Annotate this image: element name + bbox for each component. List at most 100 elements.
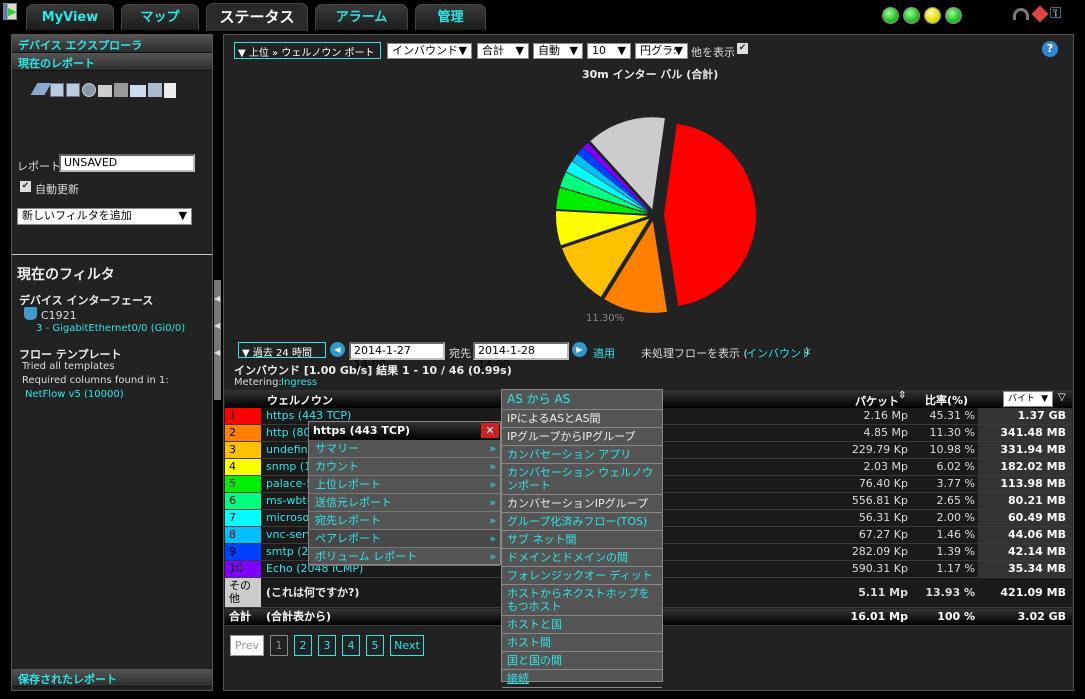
row-color-index: 5 (225, 476, 261, 492)
show-other-checkbox[interactable]: ✔ (737, 43, 748, 54)
col-pct-header[interactable]: 比率(%) (925, 392, 968, 408)
context-menu-item[interactable]: 送信元レポート » (309, 494, 500, 512)
next-period-button[interactable]: ▶ (572, 342, 587, 357)
context-menu-item[interactable]: サマリー » (309, 440, 500, 458)
next-page-button[interactable]: Next (390, 635, 424, 656)
submenu-item[interactable]: ホストからネクストホップをもつホスト (502, 585, 662, 616)
add-filter-select[interactable]: 新しいフィルタを追加 ▼ (17, 208, 192, 225)
context-menu-item[interactable]: ボリューム レポート » (309, 548, 500, 566)
submenu-item[interactable]: 国と国の間 (502, 652, 662, 670)
direction-select[interactable]: インバウンド ▼ (387, 43, 472, 59)
chevron-down-icon: ▼ (569, 44, 578, 57)
time-range-select[interactable]: ▼ 過去 24 時間 (238, 342, 326, 359)
submenu-item[interactable]: ホスト間 (502, 634, 662, 652)
submenu-item[interactable]: フォレンジックオー ディット (502, 567, 662, 585)
row-name-link[interactable]: vnc-serv (266, 527, 313, 543)
total-name: (合計表から) (266, 610, 332, 623)
eraser-icon[interactable] (30, 83, 52, 95)
status-led-icon[interactable] (882, 7, 899, 24)
start-date-input[interactable]: 2014-1-27 14:00 (349, 342, 445, 371)
tab-status[interactable]: ステータス (206, 3, 308, 31)
page-3[interactable]: 3 (318, 635, 336, 656)
interface-link[interactable]: 3 - GigabitEthernet0/0 (Gi0/0) (36, 323, 185, 334)
breadcrumb[interactable]: ▼ 上位 » ウェルノウン ポート (234, 42, 381, 59)
current-report-header[interactable]: 現在のレポート (12, 53, 212, 71)
context-menu-item[interactable]: 宛先レポート » (309, 512, 500, 530)
headset-icon[interactable] (1013, 8, 1029, 20)
row-name-link[interactable]: ms-wbt- (266, 493, 311, 509)
status-led-icon[interactable] (924, 7, 941, 24)
netflow-link[interactable]: NetFlow v5 (10000) (25, 389, 124, 400)
col-packets-header[interactable]: パケット (855, 393, 899, 409)
auto-refresh-checkbox[interactable]: ✔ (20, 181, 31, 192)
schedule-clock-icon[interactable] (82, 83, 96, 97)
key-icon[interactable]: ⚿ (1050, 4, 1061, 22)
email-icon[interactable] (148, 83, 162, 97)
help-icon[interactable]: ? (1042, 41, 1058, 57)
tab-myview[interactable]: MyView (26, 4, 114, 30)
row-bytes: 60.49 MB (978, 510, 1072, 526)
show-other-label: 他を表示 (691, 46, 735, 59)
row-percent: 45.31 % (929, 409, 975, 422)
sort-icon[interactable]: ⇳ (898, 390, 906, 401)
page-2[interactable]: 2 (294, 635, 312, 656)
scale-select[interactable]: 自動 ▼ (533, 43, 583, 59)
submenu-item[interactable]: ホストと国 (502, 616, 662, 634)
status-led-icon[interactable] (945, 7, 962, 24)
print-icon[interactable] (98, 85, 112, 97)
unit-select[interactable]: バイト ▼ (1003, 391, 1053, 407)
tab-admin[interactable]: 管理 (415, 4, 486, 30)
submenu-item[interactable]: AS から AS (502, 390, 662, 410)
tab-map[interactable]: マップ (121, 4, 199, 30)
prev-period-button[interactable]: ◀ (330, 342, 345, 357)
apply-link[interactable]: 適用 (593, 345, 615, 361)
report-name-input[interactable]: UNSAVED (59, 154, 195, 172)
tab-alarm[interactable]: アラーム (315, 4, 408, 30)
pdf-icon[interactable] (164, 83, 176, 98)
context-menu-item[interactable]: ペアレポート » (309, 530, 500, 548)
pie-slice[interactable] (663, 123, 756, 306)
save-icon[interactable] (50, 83, 64, 97)
context-menu-item[interactable]: 上位レポート » (309, 476, 500, 494)
submenu-item[interactable]: カンバセーションIPグループ (502, 495, 662, 513)
chart-type-select[interactable]: 円グラ: ▼ (635, 43, 688, 59)
sidebar-splitter[interactable]: ◀ ◀ ◀ (214, 280, 221, 400)
aggregation-select[interactable]: 合計 ▼ (477, 43, 529, 59)
submenu-item[interactable]: 接続 (502, 670, 662, 688)
page-4[interactable]: 4 (342, 635, 360, 656)
row-name-link[interactable]: palace-5 (266, 476, 313, 492)
saved-reports-header[interactable]: 保存されたレポート (12, 669, 212, 687)
submenu-item[interactable]: IPグループからIPグループ (502, 428, 662, 446)
context-menu-item[interactable]: カウント » (309, 458, 500, 476)
page-1[interactable]: 1 (270, 635, 288, 656)
row-color-index: 9 (225, 544, 261, 560)
device-explorer-header[interactable]: デバイス エクスプローラ (12, 35, 212, 53)
info-diamond-icon[interactable] (1031, 5, 1049, 23)
csv-icon[interactable] (130, 85, 146, 97)
export-icon[interactable] (114, 83, 128, 97)
submenu-item[interactable]: ドメインとドメインの間 (502, 549, 662, 567)
submenu-item[interactable]: サブ ネット間 (502, 531, 662, 549)
submenu-item[interactable]: グループ化済みフロー(TOS) (502, 513, 662, 531)
count-select[interactable]: 10 ▼ (587, 43, 631, 59)
row-name-link[interactable]: microsof (266, 510, 313, 526)
col-name-header[interactable]: ウェルノウン (267, 392, 333, 408)
end-date-input[interactable]: 2014-1-28 14:00 (473, 342, 569, 371)
status-led-icon[interactable] (903, 7, 920, 24)
prev-page-button[interactable]: Prev (230, 635, 264, 656)
save-as-icon[interactable] (66, 83, 80, 97)
close-icon[interactable]: ✕ (481, 423, 499, 438)
submenu-item[interactable]: カンバセーション ウェルノウンポート (502, 464, 662, 495)
page-5[interactable]: 5 (366, 635, 384, 656)
submenu-item[interactable]: カンバセーション アプリ (502, 446, 662, 464)
row-packets: 5.11 Mp (858, 586, 908, 599)
chart-title: 30m インター バル (合計) (582, 68, 719, 81)
report-toolbar (30, 83, 176, 98)
submenu-item[interactable]: IPによるASとAS間 (502, 410, 662, 428)
app-logo-icon[interactable]: ▶ (3, 3, 17, 20)
column-menu-icon[interactable]: ▽ (1058, 392, 1066, 403)
row-bytes: 44.06 MB (978, 527, 1072, 543)
report-label: レポート: (17, 160, 65, 173)
chevron-right-icon: » (489, 532, 496, 545)
raw-flows-link[interactable]: インバウンド (746, 345, 812, 361)
